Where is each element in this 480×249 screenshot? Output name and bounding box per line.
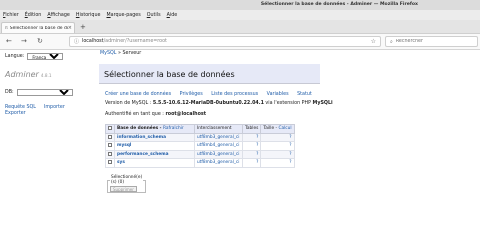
table-row: sys utf8mb3_general_ci ? ? (105, 158, 295, 168)
selected-legend: Sélectionné(e)(s) (0) (111, 175, 143, 185)
url-bar[interactable]: ⓘ localhost/adminer/?username=root ☆ (69, 36, 381, 47)
db-collation-link[interactable]: utf8mb3_general_ci (194, 149, 243, 159)
tab-adminer[interactable]: π Sélectionner la base de données × (1, 22, 75, 33)
selected-fieldset: Sélectionné(e)(s) (0) Supprimer (107, 175, 147, 193)
search-input[interactable] (395, 39, 476, 44)
col-size: Taille - Calcul (260, 124, 295, 134)
db-size: ? (260, 132, 295, 142)
menu-tools[interactable]: Outils (147, 13, 161, 18)
db-name-link[interactable]: information_schema (114, 132, 195, 142)
menu-bookmarks[interactable]: Marque-pages (106, 13, 140, 18)
logo-text: Adminer (5, 70, 39, 79)
calc-link[interactable]: Calcul (278, 126, 291, 131)
tab-close-icon[interactable]: × (68, 25, 72, 31)
sql-request-link[interactable]: Requête SQL (5, 105, 36, 110)
delete-button[interactable]: Supprimer (110, 186, 137, 192)
row-checkbox[interactable] (108, 160, 112, 164)
navigation-bar: ← → ↻ ⓘ localhost/adminer/?username=root… (0, 34, 480, 50)
window-titlebar: Sélectionner la base de données - Admine… (0, 0, 480, 10)
page-heading-band: Sélectionner la base de données (99, 64, 320, 84)
menu-file[interactable]: Fichier (3, 13, 19, 18)
db-size: ? (260, 149, 295, 159)
language-label: Langue: (5, 54, 25, 59)
url-host: localhost (82, 39, 104, 44)
select-all-cell[interactable] (105, 124, 115, 134)
language-select[interactable]: Français (27, 53, 64, 60)
auth-user: root@localhost (165, 112, 207, 117)
breadcrumb: MySQL » Serveur (100, 51, 141, 56)
language-row: Langue: Français (5, 53, 64, 60)
page-info-icon[interactable]: ⓘ (74, 38, 79, 45)
menu-view[interactable]: Affichage (47, 13, 70, 18)
url-path: /adminer/?username=root (103, 39, 167, 44)
reload-icon[interactable]: ↻ (37, 37, 43, 45)
authenticated-line: Authentifié en tant que : root@localhost (105, 112, 207, 117)
menu-edit[interactable]: Édition (25, 13, 42, 18)
row-checkbox[interactable] (108, 143, 112, 147)
db-name-link[interactable]: mysql (114, 141, 195, 151)
page-title: Sélectionner la base de données (104, 70, 235, 79)
back-arrow-icon[interactable]: ← (6, 37, 12, 45)
tab-strip: π Sélectionner la base de données × + (0, 20, 480, 34)
status-link[interactable]: Statut (297, 92, 312, 97)
mysql-version: 5.5.5-10.6.12-MariaDB-0ubuntu0.22.04.1 (152, 101, 264, 106)
menu-history[interactable]: Historique (76, 13, 101, 18)
adminer-favicon-icon: π (5, 25, 8, 31)
bookmark-star-icon[interactable]: ☆ (371, 38, 376, 45)
privileges-link[interactable]: Privilèges (180, 92, 203, 97)
col-tables: Tables (241, 124, 262, 134)
table-header-row: Base de données - Rafraîchir Interclasse… (105, 124, 295, 134)
db-select-row: DB: (5, 89, 73, 96)
select-all-checkbox[interactable] (108, 126, 112, 130)
process-list-link[interactable]: Liste des processus (211, 92, 258, 97)
import-link[interactable]: Importer (44, 105, 65, 110)
db-label: DB: (5, 90, 14, 95)
db-select[interactable] (16, 89, 73, 96)
db-tables-count[interactable]: ? (241, 132, 262, 142)
adminer-version: 4.8.1 (40, 73, 52, 78)
databases-table: Base de données - Rafraîchir Interclasse… (105, 124, 295, 168)
db-name-link[interactable]: performance_schema (114, 149, 195, 159)
breadcrumb-mysql-link[interactable]: MySQL (100, 51, 116, 56)
menu-bar: Fichier Édition Affichage Historique Mar… (0, 10, 480, 20)
forward-arrow-icon[interactable]: → (21, 37, 27, 45)
variables-link[interactable]: Variables (267, 92, 289, 97)
export-link[interactable]: Exporter (5, 111, 26, 116)
tab-label: Sélectionner la base de données (9, 25, 68, 31)
db-collation-link[interactable]: utf8mb3_general_ci (194, 132, 243, 142)
row-checkbox[interactable] (108, 134, 112, 139)
db-size: ? (260, 141, 295, 151)
col-collation: Interclassement (194, 124, 243, 134)
window-title: Sélectionner la base de données - Admine… (260, 2, 418, 7)
new-tab-plus-icon[interactable]: + (80, 23, 86, 31)
db-tables-count[interactable]: ? (241, 141, 262, 151)
create-database-link[interactable]: Créer une base de données (105, 92, 171, 97)
breadcrumb-server: Serveur (122, 51, 142, 56)
sidebar-links: Requête SQL Importer Exporter (5, 105, 65, 117)
table-row: information_schema utf8mb3_general_ci ? … (105, 132, 295, 142)
table-row: performance_schema utf8mb3_general_ci ? … (105, 149, 295, 159)
menu-help[interactable]: Aide (167, 13, 178, 18)
db-collation-link[interactable]: utf8mb4_general_ci (194, 141, 243, 151)
db-tables-count[interactable]: ? (241, 158, 262, 168)
db-tables-count[interactable]: ? (241, 149, 262, 159)
php-extension: MySQLi (312, 101, 333, 106)
search-icon: ⌕ (390, 38, 393, 45)
refresh-link[interactable]: Rafraîchir (163, 126, 184, 131)
db-name-link[interactable]: sys (114, 158, 195, 168)
search-bar[interactable]: ⌕ (385, 36, 478, 47)
db-collation-link[interactable]: utf8mb3_general_ci (194, 158, 243, 168)
adminer-logo[interactable]: Adminer 4.8.1 (5, 70, 52, 79)
row-checkbox[interactable] (108, 151, 112, 156)
table-row: mysql utf8mb4_general_ci ? ? (105, 141, 295, 151)
db-size: ? (260, 158, 295, 168)
col-database: Base de données - Rafraîchir (114, 124, 195, 134)
mysql-version-line: Version de MySQL : 5.5.5-10.6.12-MariaDB… (105, 101, 333, 106)
server-actions: Créer une base de données Privilèges Lis… (105, 92, 319, 97)
